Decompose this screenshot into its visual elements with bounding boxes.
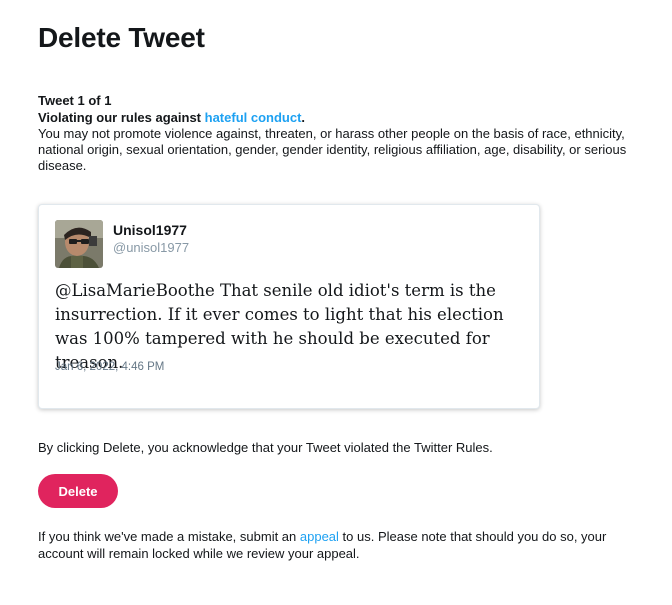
avatar-photo-icon (55, 220, 103, 268)
tweet-timestamp: Jan 6, 2022, 4:46 PM (55, 361, 165, 373)
tweet-count-label: Tweet 1 of 1 (38, 93, 112, 108)
violation-rule-prefix: Violating our rules against (38, 110, 205, 125)
violation-notice: Violating our rules against hateful cond… (38, 110, 638, 174)
appeal-prefix: If you think we've made a mistake, submi… (38, 529, 300, 544)
page-title: Delete Tweet (38, 22, 205, 53)
violation-rule-line: Violating our rules against hateful cond… (38, 110, 638, 126)
violation-rule-suffix: . (301, 110, 306, 125)
delete-button[interactable]: Delete (38, 474, 118, 508)
hateful-conduct-link[interactable]: hateful conduct (205, 110, 302, 125)
tweet-handle: @unisol1977 (113, 240, 190, 255)
violation-description: You may not promote violence against, th… (38, 126, 627, 173)
appeal-link[interactable]: appeal (300, 529, 339, 544)
appeal-notice: If you think we've made a mistake, submi… (38, 528, 638, 562)
tweet-display-name: Unisol1977 (113, 222, 187, 238)
acknowledge-text: By clicking Delete, you acknowledge that… (38, 440, 493, 455)
tweet-card: Unisol1977 @unisol1977 @LisaMarieBoothe … (38, 204, 540, 409)
user-avatar (55, 220, 103, 268)
